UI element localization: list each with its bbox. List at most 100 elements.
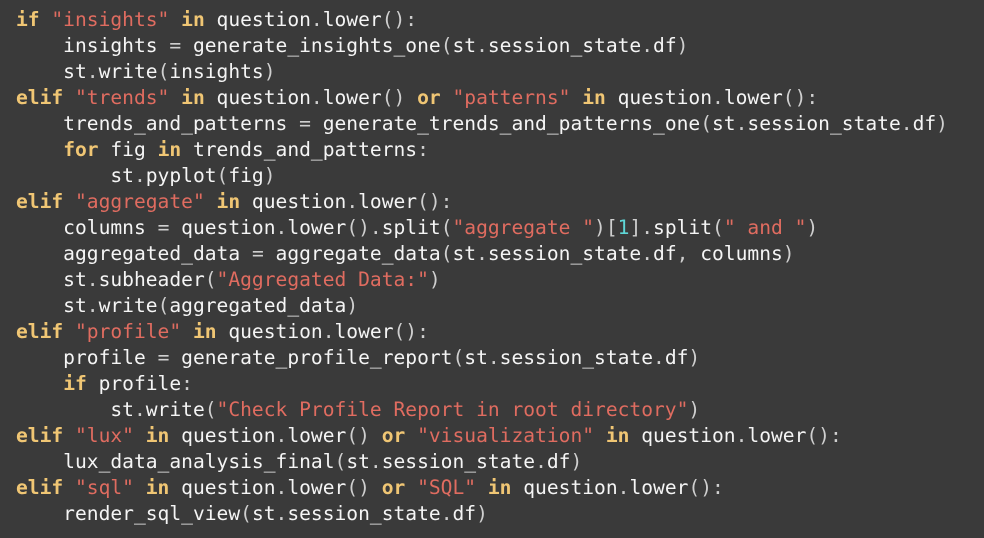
code-token-punctuation: (): <box>688 476 724 499</box>
code-token-identifier: profile <box>16 346 158 369</box>
code-token-identifier: aggregated_data <box>169 294 347 317</box>
code-token-keyword: in <box>192 320 217 343</box>
code-token-keyword: in <box>582 86 606 109</box>
code-token-punctuation: = <box>157 346 170 369</box>
code-token-identifier <box>405 424 417 447</box>
code-line: insights = generate_insights_one(st.sess… <box>16 33 984 59</box>
code-token-identifier: question <box>169 424 276 447</box>
code-token-identifier: lower <box>287 216 347 239</box>
code-token-punctuation: ( <box>712 216 724 239</box>
code-token-string-literal: " and " <box>723 216 807 239</box>
code-token-identifier <box>16 138 63 161</box>
code-line: elif "trends" in question.lower() or "pa… <box>16 85 984 111</box>
code-token-identifier: session_state <box>381 450 536 473</box>
code-token-identifier: st <box>16 164 134 187</box>
code-token-identifier: generate_profile_report <box>169 346 453 369</box>
code-token-identifier: generate_insights_one <box>181 34 441 57</box>
code-token-identifier: question <box>204 8 311 31</box>
code-token-punctuation: ( <box>440 242 453 265</box>
code-token-identifier: lower <box>723 86 783 109</box>
code-line: st.subheader("Aggregated Data:") <box>16 267 984 293</box>
code-token-identifier: st <box>452 242 477 265</box>
code-token-punctuation: ( <box>452 346 465 369</box>
code-token-keyword: in <box>487 476 512 499</box>
code-token-punctuation: . <box>712 86 724 109</box>
code-line: st.write("Check Profile Report in root d… <box>16 397 984 423</box>
code-token-identifier: lower <box>322 86 382 109</box>
code-token-identifier: session_state <box>747 112 901 135</box>
code-token-identifier: question <box>169 476 276 499</box>
code-token-keyword: elif <box>16 320 64 343</box>
code-token-punctuation: ( <box>204 268 217 291</box>
code-token-punctuation: ) <box>688 398 701 421</box>
code-token-identifier: subheader <box>98 268 205 291</box>
code-token-identifier <box>16 372 63 395</box>
code-token-identifier <box>405 86 417 109</box>
code-token-identifier: st <box>16 294 87 317</box>
code-token-punctuation: ) <box>936 112 948 135</box>
code-token-punctuation: . <box>369 450 382 473</box>
code-line: elif "sql" in question.lower() or "SQL" … <box>16 475 984 501</box>
code-token-punctuation: . <box>735 112 748 135</box>
code-token-keyword: or <box>381 476 406 499</box>
code-token-punctuation: = <box>169 34 182 57</box>
code-token-identifier: trends_and_patterns <box>16 112 300 135</box>
code-token-keyword: in <box>216 190 241 213</box>
code-line: if "insights" in question.lower(): <box>16 7 984 33</box>
code-line: st.write(insights) <box>16 59 984 85</box>
code-token-identifier <box>476 476 488 499</box>
code-token-identifier: aggregate_data <box>263 242 441 265</box>
code-token-identifier: st <box>251 502 276 525</box>
code-token-punctuation: . <box>133 398 146 421</box>
code-token-punctuation: . <box>641 34 654 57</box>
code-token-punctuation: . <box>535 450 547 473</box>
code-token-identifier: fig <box>228 164 264 187</box>
code-token-punctuation: . <box>322 320 335 343</box>
code-token-punctuation: . <box>641 242 654 265</box>
code-token-punctuation: ( <box>157 294 170 317</box>
code-token-keyword: or <box>381 424 406 447</box>
code-token-identifier: df <box>664 346 689 369</box>
code-token-number-literal: 1 <box>617 216 630 239</box>
code-token-identifier <box>63 424 75 447</box>
code-token-punctuation: ( <box>240 502 252 525</box>
code-token-punctuation: (): <box>417 190 453 213</box>
code-token-identifier: df <box>546 450 571 473</box>
code-editor[interactable]: if "insights" in question.lower(): insig… <box>0 0 984 538</box>
code-token-identifier: df <box>912 112 937 135</box>
code-token-string-literal: "Aggregated Data:" <box>216 268 429 291</box>
code-token-identifier: df <box>653 242 677 265</box>
code-token-punctuation: ( <box>216 164 229 187</box>
code-token-punctuation: ( <box>440 34 453 57</box>
code-token-keyword: in <box>145 424 170 447</box>
code-token-punctuation: . <box>275 476 288 499</box>
code-token-identifier: columns <box>16 216 158 239</box>
code-token-keyword: if <box>16 8 40 31</box>
code-token-identifier: columns <box>688 242 783 265</box>
code-token-identifier: lower <box>287 476 347 499</box>
code-token-string-literal: "aggregate " <box>452 216 595 239</box>
code-token-identifier: st <box>452 34 477 57</box>
code-line: columns = question.lower().split("aggreg… <box>16 215 984 241</box>
code-token-identifier <box>134 476 146 499</box>
code-token-identifier: write <box>98 60 158 83</box>
code-token-keyword: elif <box>16 424 64 447</box>
code-token-identifier <box>40 8 52 31</box>
code-token-punctuation: () <box>346 476 370 499</box>
code-token-punctuation: ) <box>263 60 276 83</box>
code-token-string-literal: "profile" <box>74 320 182 343</box>
code-token-punctuation: . <box>346 190 359 213</box>
code-token-identifier: df <box>653 34 677 57</box>
code-token-identifier: generate_trends_and_patterns_one <box>310 112 701 135</box>
code-token-keyword: in <box>181 86 205 109</box>
code-token-identifier: st <box>16 268 87 291</box>
code-token-punctuation: . <box>275 424 288 447</box>
code-token-punctuation: ) <box>688 346 701 369</box>
code-token-punctuation: ) <box>570 450 583 473</box>
code-token-identifier <box>134 424 146 447</box>
code-token-punctuation: = <box>251 242 264 265</box>
code-token-identifier: aggregated_data <box>16 242 252 265</box>
code-token-identifier: lower <box>747 424 807 447</box>
code-token-punctuation: . <box>653 346 665 369</box>
code-token-identifier: session_state <box>287 502 441 525</box>
